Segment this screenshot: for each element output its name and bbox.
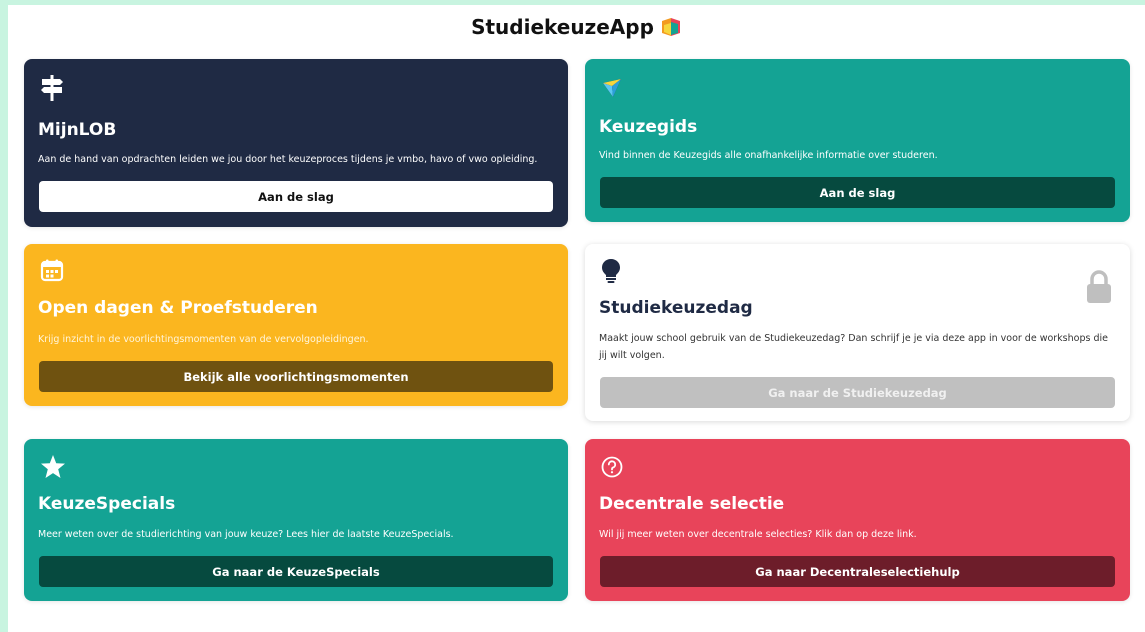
keuzegids-start-button[interactable]: Aan de slag — [600, 177, 1115, 208]
card-text: Wil jij meer weten over decentrale selec… — [599, 529, 917, 540]
card-text: Meer weten over de studierichting van jo… — [38, 529, 454, 540]
card-title: Open dagen & Proefstuderen — [38, 298, 318, 318]
app-logo-icon — [660, 16, 682, 38]
app-title: StudiekeuzeApp — [471, 15, 654, 39]
question-circle-icon — [601, 456, 623, 482]
card-text: Aan de hand van opdrachten leiden we jou… — [38, 154, 538, 165]
card-mijnlob: MijnLOB Aan de hand van opdrachten leide… — [24, 59, 568, 227]
mijnlob-start-button[interactable]: Aan de slag — [39, 181, 553, 212]
card-title: Decentrale selectie — [599, 494, 785, 514]
lightbulb-icon — [601, 258, 621, 288]
card-text: Krijg inzicht in de voorlichtingsmomente… — [38, 334, 369, 345]
compass-gem-icon — [601, 77, 623, 103]
card-text: Maakt jouw school gebruik van de Studiek… — [599, 333, 1108, 361]
card-title: MijnLOB — [38, 120, 117, 140]
keuzespecials-button[interactable]: Ga naar de KeuzeSpecials — [39, 556, 553, 587]
page: StudiekeuzeApp MijnLOB Aan de hand van o… — [8, 5, 1145, 632]
decentrale-selectie-button[interactable]: Ga naar Decentraleselectiehulp — [600, 556, 1115, 587]
card-studiekeuzedag: Studiekeuzedag Maakt jouw school gebruik… — [585, 244, 1130, 421]
card-open-dagen: Open dagen & Proefstuderen Krijg inzicht… — [24, 244, 568, 406]
card-keuzegids: Keuzegids Vind binnen de Keuzegids alle … — [585, 59, 1130, 222]
lock-icon — [1086, 270, 1112, 308]
open-dagen-button[interactable]: Bekijk alle voorlichtingsmomenten — [39, 361, 553, 392]
card-title: Studiekeuzedag — [599, 298, 753, 318]
calendar-icon — [40, 258, 64, 286]
card-title: Keuzegids — [599, 117, 698, 137]
card-decentrale-selectie: Decentrale selectie Wil jij meer weten o… — [585, 439, 1130, 601]
studiekeuzedag-button[interactable]: Ga naar de Studiekeuzedag — [600, 377, 1115, 408]
card-text: Vind binnen de Keuzegids alle onafhankel… — [599, 150, 938, 161]
app-header: StudiekeuzeApp — [8, 15, 1145, 39]
card-keuzespecials: KeuzeSpecials Meer weten over de studier… — [24, 439, 568, 601]
signpost-icon — [40, 73, 64, 107]
star-icon — [40, 454, 66, 484]
card-title: KeuzeSpecials — [38, 494, 176, 514]
